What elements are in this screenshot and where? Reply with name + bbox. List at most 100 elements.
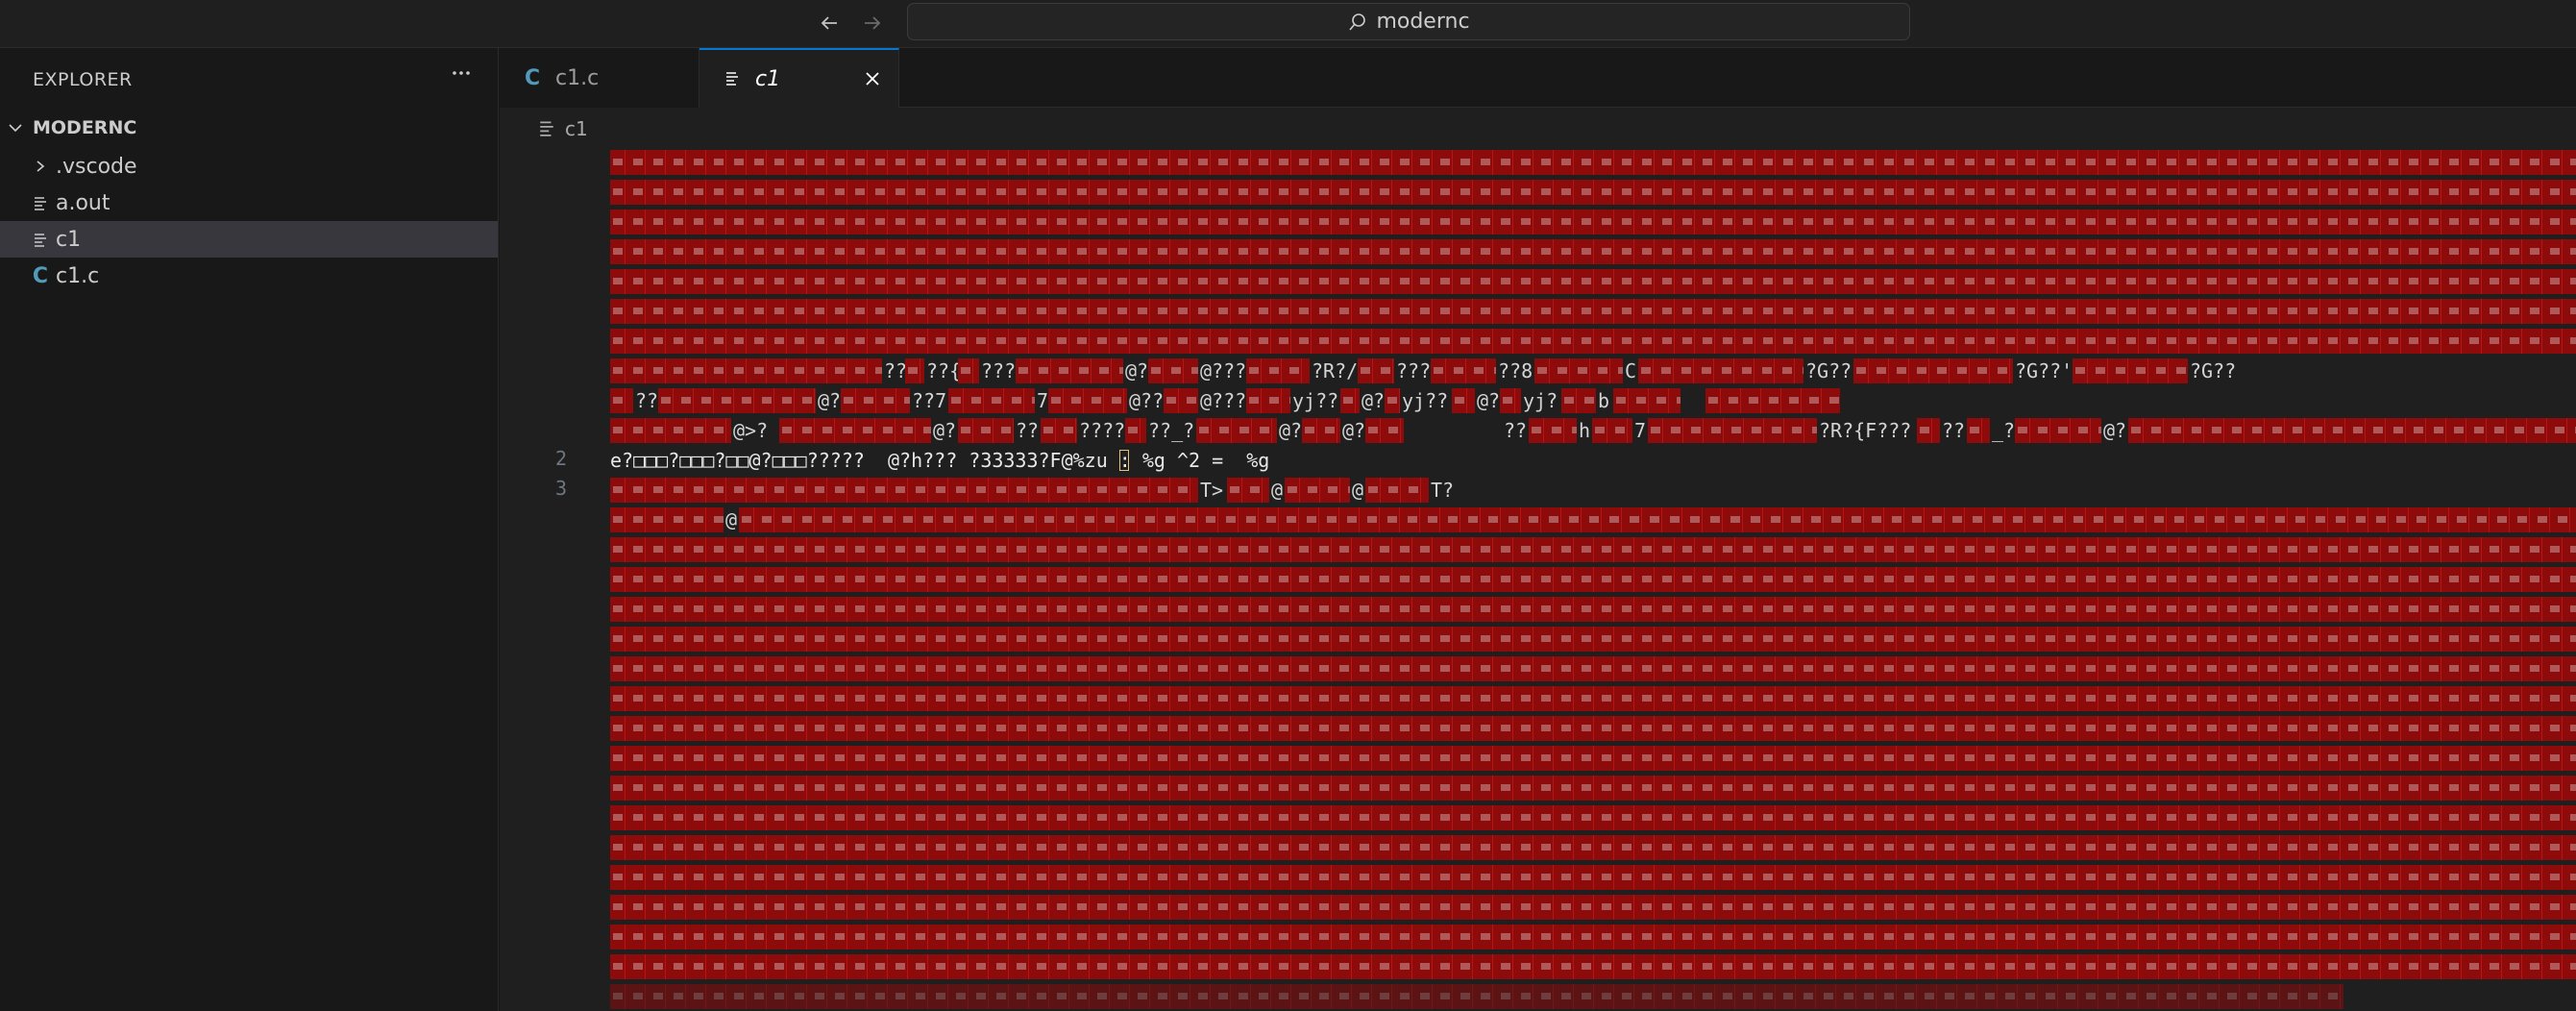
tree-item-c1-c[interactable]: C c1.c xyxy=(0,258,498,294)
binary-line xyxy=(610,805,2576,830)
binary-line xyxy=(610,537,2576,562)
binary-line xyxy=(610,210,2576,234)
tree-item-c1[interactable]: c1 xyxy=(0,221,498,258)
binary-line xyxy=(610,656,2576,681)
folder-header[interactable]: MODERNC xyxy=(0,111,498,144)
code-text: _? xyxy=(1992,419,2016,442)
code-text: @ xyxy=(1352,479,1364,502)
explorer-sidebar: EXPLORER MODERNC .vscode a.out c1 C c1.c xyxy=(0,48,499,1011)
code-text: ?G??' xyxy=(2015,359,2073,382)
line-number-gutter: 2 3 xyxy=(500,150,610,1011)
c-file-icon: C xyxy=(32,263,49,288)
editor-pane[interactable]: 2 3 ?? ??{ ??? @? @??? ?R?/ ??? ??8 C ?G… xyxy=(500,150,2576,1011)
binary-line xyxy=(610,954,2576,979)
binary-line xyxy=(610,895,2576,920)
binary-line xyxy=(610,329,2576,354)
folder-name: MODERNC xyxy=(33,117,137,138)
line-number: 3 xyxy=(554,477,567,500)
code-text: @? xyxy=(2103,419,2127,442)
binary-line: @ xyxy=(610,507,2576,532)
code-text: @? xyxy=(1279,419,1303,442)
binary-line xyxy=(610,746,2576,771)
binary-line xyxy=(610,865,2576,890)
tree-item-label: c1 xyxy=(56,227,82,252)
chevron-right-icon xyxy=(31,157,50,176)
binary-line: ?? ??{ ??? @? @??? ?R?/ ??? ??8 C ?G?? ?… xyxy=(610,358,2576,383)
binary-line xyxy=(610,180,2576,205)
code-text: e?□□□?□□□?□□@?□□□????? @?h??? ?33333?F@%… xyxy=(610,449,1270,472)
c-file-icon: C xyxy=(525,65,541,90)
tab-c1-c[interactable]: C c1.c xyxy=(500,48,699,108)
code-text: @?? xyxy=(1129,389,1165,412)
search-icon xyxy=(1349,12,1366,31)
code-text: ?? xyxy=(884,359,908,382)
arrow-left-icon xyxy=(821,16,837,30)
tree-item-a-out[interactable]: a.out xyxy=(0,185,498,221)
code-text: ??? xyxy=(981,359,1017,382)
code-text: ??7 xyxy=(912,389,947,412)
code-text: ??_? xyxy=(1148,419,1195,442)
tree-item-label: a.out xyxy=(56,190,110,215)
back-button[interactable] xyxy=(812,8,846,38)
title-bar: modernc xyxy=(0,0,2576,48)
code-text: @??? xyxy=(1200,359,1247,382)
code-text: ?? xyxy=(635,389,659,412)
binary-line xyxy=(610,567,2576,592)
binary-line xyxy=(610,627,2576,652)
code-text: ?? xyxy=(1016,419,1040,442)
code-text: ?G?? xyxy=(1805,359,1852,382)
editor-tab-bar: C c1.c c1 xyxy=(500,48,2576,108)
command-center-search[interactable]: modernc xyxy=(907,3,1910,40)
breadcrumb-item[interactable]: c1 xyxy=(565,117,588,140)
code-text: T? xyxy=(1431,479,1455,502)
code-text: yj? xyxy=(1523,389,1558,412)
tree-item-vscode[interactable]: .vscode xyxy=(0,148,498,185)
code-text: T> xyxy=(1200,479,1224,502)
line-number: 2 xyxy=(554,447,567,470)
code-text: ??? xyxy=(1396,359,1432,382)
close-icon[interactable] xyxy=(861,67,884,90)
code-text: @>? xyxy=(733,419,769,442)
lines-file-icon xyxy=(31,193,50,212)
code-text: ???? xyxy=(1079,419,1126,442)
code-text: ?? xyxy=(1504,419,1528,442)
code-text: @? xyxy=(1477,389,1501,412)
binary-line xyxy=(610,239,2576,264)
code-text: h xyxy=(1579,419,1591,442)
code-text: ??8 xyxy=(1498,359,1533,382)
code-area[interactable]: ?? ??{ ??? @? @??? ?R?/ ??? ??8 C ?G?? ?… xyxy=(610,150,2576,1011)
binary-line xyxy=(610,597,2576,622)
code-text: ?G?? xyxy=(2190,359,2237,382)
binary-line xyxy=(610,835,2576,860)
binary-line: ?? @? ??7 7 @?? @??? yj?? @? yj?? @? yj?… xyxy=(610,388,2576,413)
code-text: @? xyxy=(1362,389,1386,412)
code-text: 7 xyxy=(1037,389,1049,412)
code-text: @? xyxy=(1125,359,1149,382)
search-text: modernc xyxy=(1376,10,1470,34)
code-text: @? xyxy=(1342,419,1366,442)
code-text: @ xyxy=(1271,479,1284,502)
arrow-right-icon xyxy=(865,16,881,30)
code-text: ?R?{F??? xyxy=(1819,419,1912,442)
binary-line xyxy=(610,984,2343,1009)
code-text: 7 xyxy=(1634,419,1647,442)
tree-item-label: .vscode xyxy=(56,154,137,179)
code-text: b xyxy=(1598,389,1610,412)
forward-button[interactable] xyxy=(855,8,890,38)
binary-line xyxy=(610,299,2576,324)
code-text: ?R?/ xyxy=(1312,359,1359,382)
code-line-3: T> @ @ T? xyxy=(610,478,2576,503)
binary-line xyxy=(610,269,2576,294)
binary-line xyxy=(610,776,2576,801)
explorer-more-button[interactable] xyxy=(444,62,478,96)
code-text: @ xyxy=(725,508,738,531)
binary-line xyxy=(610,925,2576,949)
explorer-title: EXPLORER xyxy=(33,69,133,90)
lines-file-icon xyxy=(31,230,50,249)
tree-item-label: c1.c xyxy=(56,263,100,288)
tab-c1[interactable]: c1 xyxy=(699,48,899,108)
code-line-2: e?□□□?□□□?□□@?□□□????? @?h??? ?33333?F@%… xyxy=(610,448,2576,473)
binary-line xyxy=(610,150,2576,175)
code-text: C xyxy=(1625,359,1637,382)
code-text: yj?? xyxy=(1402,389,1449,412)
